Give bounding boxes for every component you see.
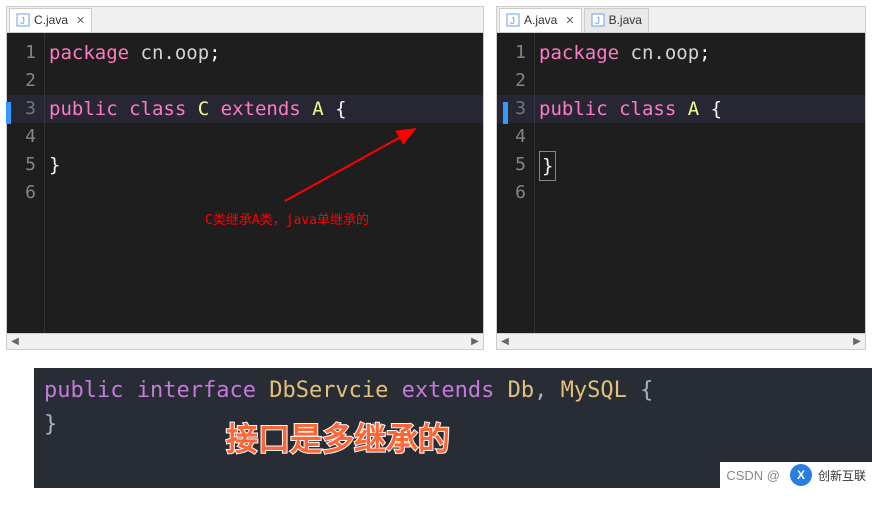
- keyword: class: [619, 98, 676, 120]
- hscroll-right[interactable]: ◀ ▶: [497, 333, 865, 349]
- editor-pane-a: J A.java ✕ J B.java 1 2 3 4 5 6: [496, 6, 866, 350]
- close-icon[interactable]: ✕: [565, 14, 574, 27]
- brace: }: [49, 154, 60, 176]
- line-number: 3: [7, 95, 44, 123]
- brace: {: [711, 98, 722, 120]
- cursor-bracket: }: [539, 151, 556, 181]
- scroll-left-arrow[interactable]: ◀: [7, 334, 23, 350]
- gutter-left: 1 2 3 4 5 6: [7, 33, 45, 333]
- keyword: class: [129, 98, 186, 120]
- line-number: 5: [497, 151, 534, 179]
- package-name: cn.oop: [129, 42, 209, 64]
- change-marker-right: [503, 102, 508, 124]
- class-name: C: [198, 98, 209, 120]
- java-file-icon: J: [591, 13, 605, 27]
- tab-bar-right: J A.java ✕ J B.java: [497, 7, 865, 33]
- scroll-right-arrow[interactable]: ▶: [467, 334, 483, 350]
- java-file-icon: J: [16, 13, 30, 27]
- keyword: package: [49, 42, 129, 64]
- super-interface: MySQL: [561, 378, 627, 403]
- interface-code-line1: public interface DbServcie extends Db, M…: [44, 374, 862, 408]
- line-number: 1: [497, 39, 534, 67]
- brace: }: [44, 412, 57, 437]
- scroll-track[interactable]: [513, 335, 849, 349]
- tab-label: A.java: [524, 13, 557, 27]
- super-interface: Db: [508, 378, 535, 403]
- keyword: interface: [137, 378, 256, 403]
- code-lines-right[interactable]: package cn.oop; public class A { }: [535, 33, 865, 333]
- interface-name: DbServcie: [269, 378, 388, 403]
- keyword: public: [539, 98, 608, 120]
- class-name: A: [688, 98, 699, 120]
- scroll-left-arrow[interactable]: ◀: [497, 334, 513, 350]
- comma: ,: [534, 378, 547, 403]
- brace: {: [335, 98, 346, 120]
- tab-label: C.java: [34, 13, 68, 27]
- svg-text:J: J: [510, 16, 515, 27]
- brace: {: [640, 378, 653, 403]
- big-annotation-label: 接口是多继承的: [226, 414, 450, 460]
- line-number: 6: [497, 179, 534, 207]
- keyword: extends: [402, 378, 495, 403]
- change-marker-left: [6, 102, 11, 124]
- tab-label: B.java: [609, 13, 642, 27]
- scroll-track[interactable]: [23, 335, 467, 349]
- semicolon: ;: [209, 42, 220, 64]
- line-number: 5: [7, 151, 44, 179]
- line-number: 1: [7, 39, 44, 67]
- editor-pane-c: J C.java ✕ ▲ 1 2 3 4 5 6 package cn.oop;…: [6, 6, 484, 350]
- tab-bar-left: J C.java ✕: [7, 7, 483, 33]
- line-number: 4: [7, 123, 44, 151]
- line-number: 2: [497, 67, 534, 95]
- bottom-code-block: public interface DbServcie extends Db, M…: [34, 368, 872, 488]
- watermark: CSDN @ X 创新互联: [720, 462, 872, 488]
- csdn-prefix: CSDN @: [726, 468, 780, 483]
- brace: }: [542, 155, 553, 177]
- code-lines-left[interactable]: package cn.oop; public class C extends A…: [45, 33, 483, 333]
- hscroll-left[interactable]: ◀ ▶: [7, 333, 483, 349]
- java-file-icon: J: [506, 13, 520, 27]
- code-area-c[interactable]: 1 2 3 4 5 6 package cn.oop; public class…: [7, 33, 483, 333]
- code-area-a[interactable]: 1 2 3 4 5 6 package cn.oop; public class…: [497, 33, 865, 333]
- gutter-right: 1 2 3 4 5 6: [497, 33, 535, 333]
- keyword: extends: [221, 98, 301, 120]
- watermark-text: 创新互联: [818, 467, 866, 484]
- scroll-right-arrow[interactable]: ▶: [849, 334, 865, 350]
- semicolon: ;: [699, 42, 710, 64]
- svg-text:J: J: [595, 16, 600, 27]
- close-icon[interactable]: ✕: [76, 14, 85, 27]
- tab-b-java[interactable]: J B.java: [584, 8, 649, 32]
- tab-a-java[interactable]: J A.java ✕: [499, 8, 582, 32]
- keyword: public: [44, 378, 123, 403]
- keyword: package: [539, 42, 619, 64]
- package-name: cn.oop: [619, 42, 699, 64]
- tab-c-java[interactable]: J C.java ✕: [9, 8, 92, 32]
- annotation-text: C类继承A类，java单继承的: [205, 207, 369, 235]
- svg-text:J: J: [20, 16, 25, 27]
- super-class: A: [312, 98, 323, 120]
- line-number: 4: [497, 123, 534, 151]
- keyword: public: [49, 98, 118, 120]
- line-number: 2: [7, 67, 44, 95]
- watermark-logo-icon: X: [790, 464, 812, 486]
- line-number: 6: [7, 179, 44, 207]
- interface-code-line2: }: [44, 408, 862, 442]
